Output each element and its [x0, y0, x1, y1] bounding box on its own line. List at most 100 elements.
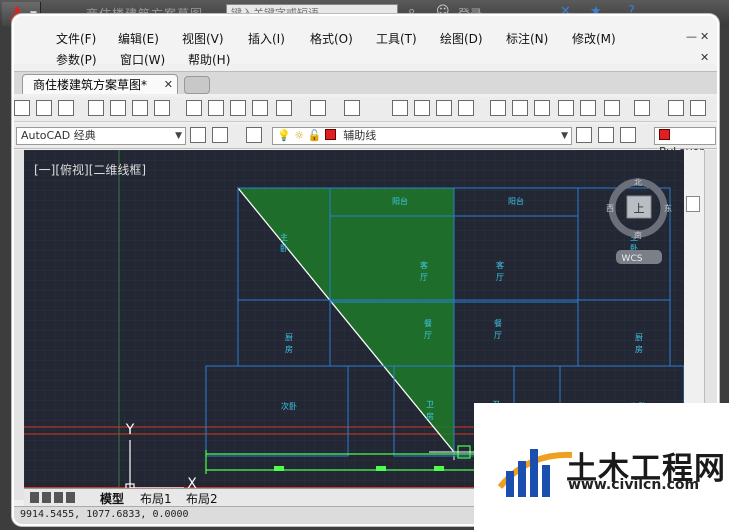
close-icon[interactable]: ✕ — [700, 30, 709, 43]
coordinate-readout: 9914.5455, 1077.6833, 0.0000 — [20, 509, 189, 520]
save-icon[interactable] — [58, 100, 74, 116]
pan-icon[interactable] — [392, 100, 408, 116]
last-layout-icon[interactable] — [66, 492, 75, 503]
minimize-icon[interactable]: — — [686, 30, 697, 43]
color-select[interactable]: ByLayer — [654, 127, 716, 158]
scrollbar-thumb[interactable] — [686, 196, 700, 212]
watermark: 土木工程网 www.civilcn.com — [474, 403, 729, 530]
close-icon[interactable]: ✕ — [700, 51, 709, 64]
markup-icon[interactable] — [580, 100, 596, 116]
menu-file[interactable]: 文件(F) — [56, 30, 96, 47]
room-label: 厅 — [494, 331, 502, 340]
logo-bar — [530, 449, 538, 497]
menu-view[interactable]: 视图(V) — [182, 30, 224, 47]
room-label: 厅 — [420, 273, 428, 282]
menu-insert[interactable]: 插入(I) — [248, 30, 285, 47]
first-layout-icon[interactable] — [30, 492, 39, 503]
room-label: 卫 — [426, 400, 434, 409]
new-tab-button[interactable] — [184, 76, 210, 94]
print-icon[interactable] — [88, 100, 104, 116]
workspace-settings-icon[interactable] — [212, 127, 228, 143]
tool-palettes-icon[interactable] — [534, 100, 550, 116]
properties-icon[interactable] — [490, 100, 506, 116]
copy-icon[interactable] — [208, 100, 224, 116]
prev-layout-icon[interactable] — [42, 492, 51, 503]
new-file-icon[interactable] — [14, 100, 30, 116]
compass-north: 北 — [634, 178, 642, 187]
3d-print-icon[interactable] — [154, 100, 170, 116]
viewport-controls-label[interactable]: [一][俯视][二维线框] — [34, 161, 146, 178]
menu-modify[interactable]: 修改(M) — [572, 30, 616, 47]
block-editor-icon[interactable] — [276, 100, 292, 116]
quickcalc-icon[interactable] — [604, 100, 620, 116]
marker — [274, 466, 284, 471]
open-file-icon[interactable] — [36, 100, 52, 116]
workspace-select-value: AutoCAD 经典 — [21, 129, 96, 142]
menu-parametric[interactable]: 参数(P) — [56, 51, 97, 68]
room-label: 厨 — [285, 333, 293, 342]
tab-model[interactable]: 模型 — [100, 490, 124, 507]
menu-bar: 文件(F) 编辑(E) 视图(V) 插入(I) 格式(O) 工具(T) 绘图(D… — [14, 16, 717, 67]
room-label: 房 — [635, 344, 643, 354]
layer-properties-icon[interactable] — [246, 127, 262, 143]
layer-color-swatch — [324, 129, 336, 140]
menu-edit[interactable]: 编辑(E) — [118, 30, 159, 47]
close-icon[interactable]: ✕ — [164, 75, 173, 95]
zoom-previous-icon[interactable] — [458, 100, 474, 116]
print-preview-icon[interactable] — [110, 100, 126, 116]
linear-dimension-icon[interactable] — [668, 100, 684, 116]
redo-icon[interactable] — [344, 100, 360, 116]
menu-format[interactable]: 格式(O) — [310, 30, 353, 47]
watermark-url: www.civilcn.com — [568, 477, 700, 493]
room-label: 卧 — [280, 244, 288, 253]
layer-state-icon[interactable] — [620, 127, 636, 143]
logo-bar — [506, 471, 514, 497]
cut-icon[interactable] — [186, 100, 202, 116]
sun-icon: ☼ — [294, 129, 305, 142]
compass-west: 西 — [606, 204, 614, 213]
match-properties-icon[interactable] — [252, 100, 268, 116]
next-layout-icon[interactable] — [54, 492, 63, 503]
zoom-window-icon[interactable] — [436, 100, 452, 116]
tab-drawing-label: 商住楼建筑方案草图* — [33, 78, 148, 92]
room-label: 厅 — [424, 331, 432, 340]
room-label: 厅 — [496, 273, 504, 282]
help-icon[interactable] — [634, 100, 650, 116]
publish-icon[interactable] — [132, 100, 148, 116]
watermark-logo-icon — [497, 449, 573, 497]
room-label: 餐 — [494, 319, 502, 328]
room-label: 房 — [285, 344, 293, 354]
workspace-layer-toolbar: AutoCAD 经典 ▼ 💡 ☼ 🔓 辅助线 ▼ ByLayer — [14, 124, 717, 158]
tab-layout2[interactable]: 布局2 — [186, 490, 218, 507]
layer-select[interactable]: 💡 ☼ 🔓 辅助线 ▼ — [272, 127, 572, 145]
sheet-set-icon[interactable] — [558, 100, 574, 116]
zoom-realtime-icon[interactable] — [414, 100, 430, 116]
undo-icon[interactable] — [310, 100, 326, 116]
tab-drawing[interactable]: 商住楼建筑方案草图* ✕ — [22, 74, 178, 94]
workspace-select[interactable]: AutoCAD 经典 ▼ — [16, 127, 186, 145]
viewcube-top-label: 上 — [634, 202, 645, 215]
gear-icon[interactable] — [190, 127, 206, 143]
design-center-icon[interactable] — [512, 100, 528, 116]
tab-layout1[interactable]: 布局1 — [140, 490, 172, 507]
aligned-dimension-icon[interactable] — [690, 100, 706, 116]
compass-east: 东 — [664, 203, 672, 213]
menu-draw[interactable]: 绘图(D) — [440, 30, 483, 47]
menu-window[interactable]: 窗口(W) — [120, 51, 165, 68]
marker — [434, 466, 444, 471]
wcs-label: WCS — [622, 254, 643, 264]
chevron-down-icon: ▼ — [561, 131, 568, 141]
layer-select-value: 辅助线 — [343, 129, 377, 142]
make-current-layer-icon[interactable] — [576, 127, 592, 143]
room-label: 客 — [420, 260, 428, 270]
menu-help[interactable]: 帮助(H) — [188, 51, 230, 68]
menu-dimension[interactable]: 标注(N) — [506, 30, 548, 47]
room-label: 阳台 — [392, 196, 408, 206]
menu-tools[interactable]: 工具(T) — [376, 30, 417, 47]
standard-toolbar — [14, 97, 717, 122]
document-tab-strip: 商住楼建筑方案草图* ✕ — [14, 71, 717, 94]
chevron-down-icon: ▼ — [175, 131, 182, 141]
paste-icon[interactable] — [230, 100, 246, 116]
layout-tab-bar: 模型 布局1 布局2 — [24, 488, 484, 507]
layer-previous-icon[interactable] — [598, 127, 614, 143]
